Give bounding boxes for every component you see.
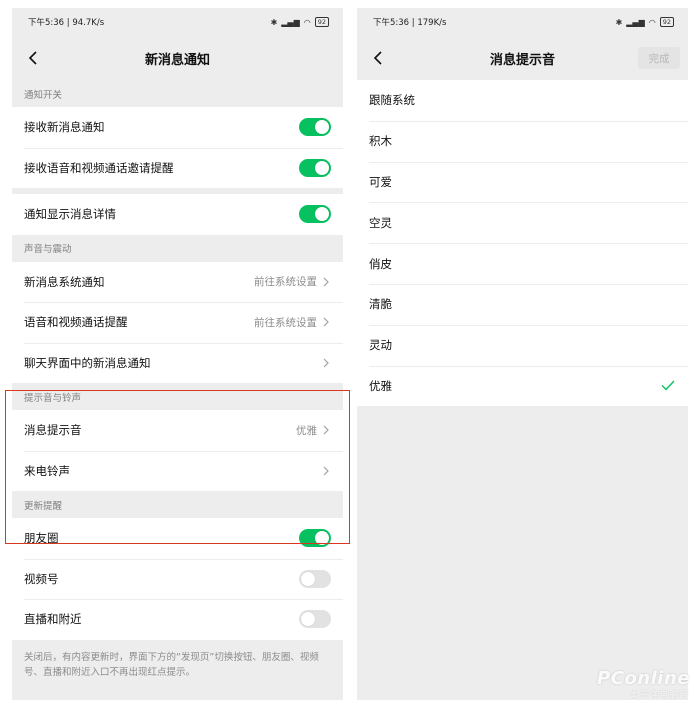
- sound-option-label: 跟随系统: [369, 93, 415, 108]
- sound-option[interactable]: 跟随系统: [357, 80, 688, 121]
- section-header-updates: 更新提醒: [24, 500, 63, 512]
- sound-option-label: 清脆: [369, 297, 392, 312]
- signal-icon: ▂▄▆: [626, 17, 645, 27]
- row-label: 接收语音和视频通话邀请提醒: [24, 160, 174, 175]
- nav-bar: 消息提示音 完成: [357, 36, 688, 80]
- sound-option[interactable]: 灵动: [357, 324, 688, 366]
- sound-list: 跟随系统积木可爱空灵俏皮清脆灵动优雅: [357, 80, 688, 407]
- status-time: 下午5:36 | 179K/s: [373, 18, 447, 28]
- wifi-icon: ◠: [303, 17, 311, 27]
- screenshot-pair: 下午5:36 | 94.7K/s ✱ ▂▄▆ ◠ 92 新消息通知 通知开关 接…: [0, 0, 700, 714]
- sound-option-label: 可爱: [369, 174, 392, 189]
- settings-row-call-reminder[interactable]: 语音和视频通话提醒 前往系统设置: [12, 302, 343, 343]
- toggle-knob: [301, 571, 315, 586]
- status-time: 下午5:36 | 94.7K/s: [28, 18, 105, 28]
- back-arrow-icon[interactable]: [367, 47, 389, 69]
- section-header-notify-switch: 通知开关: [24, 89, 63, 101]
- settings-row-call-invites[interactable]: 接收语音和视频通话邀请提醒: [12, 147, 343, 189]
- notification-settings-screen: 下午5:36 | 94.7K/s ✱ ▂▄▆ ◠ 92 新消息通知 通知开关 接…: [12, 8, 343, 700]
- tones-group: 消息提示音 优雅 来电铃声: [12, 410, 343, 491]
- toggle-switch[interactable]: [299, 529, 331, 548]
- row-value: 优雅: [296, 424, 317, 437]
- sound-option-label: 灵动: [369, 338, 392, 353]
- toggle-knob: [315, 120, 329, 135]
- row-label: 聊天界面中的新消息通知: [24, 355, 151, 370]
- row-label: 来电铃声: [24, 463, 70, 478]
- toggle-knob: [315, 207, 329, 222]
- notify-detail-group: 通知显示消息详情: [12, 194, 343, 235]
- chevron-right-icon: [321, 276, 331, 288]
- sound-option[interactable]: 可爱: [357, 161, 688, 203]
- page-title: 新消息通知: [144, 52, 210, 68]
- settings-row-system-notification[interactable]: 新消息系统通知 前往系统设置: [12, 262, 343, 303]
- toggle-switch[interactable]: [299, 118, 331, 137]
- sound-option-label: 积木: [369, 134, 392, 149]
- settings-row-message-tone[interactable]: 消息提示音 优雅: [12, 410, 343, 451]
- status-bar: 下午5:36 | 94.7K/s ✱ ▂▄▆ ◠ 92: [12, 8, 343, 36]
- sound-option-label: 优雅: [369, 378, 392, 393]
- sound-option-label: 俏皮: [369, 256, 392, 271]
- row-label: 语音和视频通话提醒: [24, 315, 128, 330]
- settings-row-channels[interactable]: 视频号: [12, 558, 343, 600]
- nav-bar: 新消息通知: [12, 36, 343, 80]
- row-label: 视频号: [24, 571, 59, 586]
- row-label: 新消息系统通知: [24, 274, 105, 289]
- toggle-switch[interactable]: [299, 205, 331, 224]
- watermark-brand: PConline: [597, 668, 690, 689]
- status-icons: ✱ ▂▄▆ ◠ 92: [616, 17, 674, 27]
- battery-icon: 92: [314, 17, 329, 27]
- row-label: 朋友圈: [24, 531, 59, 546]
- notify-switch-group: 接收新消息通知 接收语音和视频通话邀请提醒: [12, 107, 343, 188]
- row-label: 通知显示消息详情: [24, 207, 116, 222]
- sound-option-label: 空灵: [369, 215, 392, 230]
- checkmark-icon: [660, 378, 676, 394]
- row-label: 直播和附近: [24, 612, 82, 627]
- bluetooth-icon: ✱: [270, 17, 278, 27]
- settings-row-in-chat-notification[interactable]: 聊天界面中的新消息通知: [12, 342, 343, 384]
- sound-option[interactable]: 积木: [357, 120, 688, 162]
- toggle-switch[interactable]: [299, 610, 331, 629]
- status-bar: 下午5:36 | 179K/s ✱ ▂▄▆ ◠ 92: [357, 8, 688, 36]
- toggle-switch[interactable]: [299, 158, 331, 177]
- chevron-right-icon: [321, 357, 331, 369]
- updates-group: 朋友圈 视频号 直播和附近: [12, 518, 343, 640]
- toggle-knob: [315, 531, 329, 546]
- page-title: 消息提示音: [489, 52, 555, 68]
- section-header-sound-vibration: 声音与震动: [24, 244, 72, 255]
- row-label: 消息提示音: [24, 423, 82, 438]
- settings-row-receive-messages[interactable]: 接收新消息通知: [12, 107, 343, 148]
- toggle-knob: [301, 612, 315, 627]
- status-icons: ✱ ▂▄▆ ◠ 92: [271, 17, 329, 27]
- sound-vibration-group: 新消息系统通知 前往系统设置 语音和视频通话提醒 前往系统设置 聊天界面中的新消…: [12, 261, 343, 384]
- row-value: 前往系统设置: [254, 276, 317, 289]
- settings-row-live-nearby[interactable]: 直播和附近: [12, 599, 343, 640]
- chevron-right-icon: [321, 316, 331, 328]
- sound-option[interactable]: 空灵: [357, 202, 688, 243]
- sound-option[interactable]: 清脆: [357, 283, 688, 325]
- chevron-right-icon: [321, 465, 331, 477]
- back-arrow-icon[interactable]: [22, 47, 44, 69]
- sound-option[interactable]: 优雅: [357, 365, 688, 407]
- toggle-knob: [315, 160, 329, 175]
- row-value: 前往系统设置: [254, 316, 317, 329]
- settings-row-ringtone[interactable]: 来电铃声: [12, 450, 343, 492]
- signal-icon: ▂▄▆: [281, 17, 300, 27]
- done-button[interactable]: 完成: [638, 47, 680, 69]
- row-label: 接收新消息通知: [24, 120, 105, 135]
- watermark: PConline 太平洋电脑网: [597, 668, 690, 700]
- sound-option[interactable]: 俏皮: [357, 243, 688, 284]
- updates-footnote: 关闭后，有内容更新时，界面下方的“发现页”切换按钮、朋友圈、视频号、直播和附近入…: [24, 651, 319, 678]
- chevron-right-icon: [321, 424, 331, 436]
- message-tone-screen: 下午5:36 | 179K/s ✱ ▂▄▆ ◠ 92 消息提示音 完成 跟随系统…: [357, 8, 688, 700]
- bluetooth-icon: ✱: [615, 17, 623, 27]
- battery-icon: 92: [659, 17, 674, 27]
- settings-row-show-details[interactable]: 通知显示消息详情: [12, 194, 343, 235]
- settings-row-moments[interactable]: 朋友圈: [12, 518, 343, 559]
- wifi-icon: ◠: [648, 17, 656, 27]
- watermark-subtitle: 太平洋电脑网: [630, 690, 690, 699]
- toggle-switch[interactable]: [299, 569, 331, 588]
- section-header-tones: 提示音与铃声: [24, 392, 82, 404]
